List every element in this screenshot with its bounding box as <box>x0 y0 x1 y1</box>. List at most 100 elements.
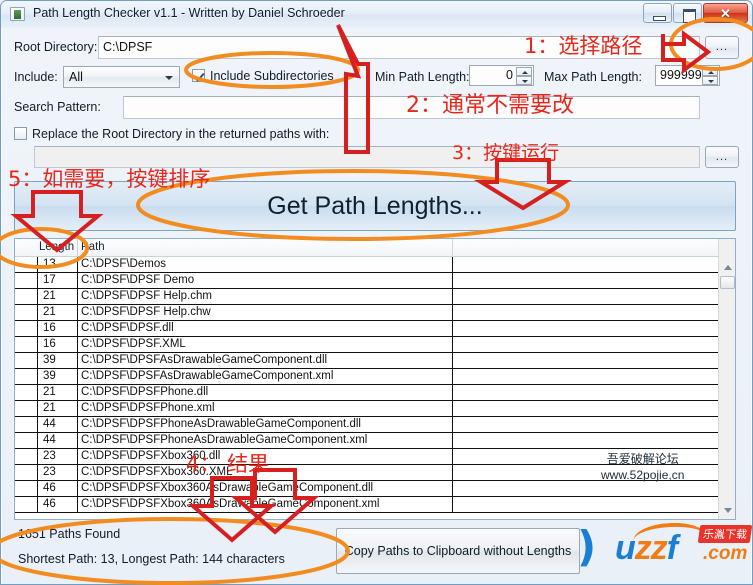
cell-divider <box>452 353 453 368</box>
row-selector-cell[interactable] <box>15 353 38 368</box>
row-selector-cell[interactable] <box>15 305 38 320</box>
checkbox-icon <box>14 127 27 140</box>
row-selector-cell[interactable] <box>15 321 38 336</box>
row-selector-cell[interactable] <box>15 401 38 416</box>
cell-divider <box>452 369 453 384</box>
maximize-button[interactable] <box>673 3 702 23</box>
cell-path: C:\DPSF\DPSFAsDrawableGameComponent.dll <box>81 354 328 366</box>
cell-length: 21 <box>43 290 56 302</box>
close-button[interactable]: ✕ <box>703 3 748 23</box>
scroll-up-icon[interactable] <box>719 258 735 275</box>
row-selector-cell[interactable] <box>15 497 38 512</box>
table-row[interactable]: 23 C:\DPSF\DPSFXbox360.XML <box>15 465 735 481</box>
cell-divider <box>77 401 78 416</box>
cell-divider <box>77 481 78 496</box>
replace-root-directory-checkbox[interactable]: Replace the Root Directory in the return… <box>14 127 329 141</box>
row-selector-cell[interactable] <box>15 257 38 272</box>
include-select[interactable]: All <box>63 66 180 88</box>
min-path-length-down-icon[interactable] <box>516 76 532 85</box>
row-selector-cell[interactable] <box>15 465 38 480</box>
cell-path: C:\DPSF\DPSFPhone.xml <box>81 402 215 414</box>
column-header-length[interactable]: Length <box>39 241 77 253</box>
uzzf-badge: 乐湚下载 <box>697 525 753 543</box>
table-row[interactable]: 46 C:\DPSF\DPSFXbox360AsDrawableGameCompo… <box>15 497 735 513</box>
results-grid[interactable]: Length Path 13 C:\DPSF\Demos 17 C:\DPSF\DPS… <box>14 238 736 520</box>
uzzf-dotcom: .com <box>703 543 748 564</box>
max-path-length-stepper[interactable]: 999999 <box>655 65 720 86</box>
cell-path: C:\DPSF\DPSFAsDrawableGameComponent.xml <box>81 370 334 382</box>
table-row[interactable]: 21 C:\DPSF\DPSF Help.chw <box>15 305 735 321</box>
table-row[interactable]: 13 C:\DPSF\Demos <box>15 257 735 273</box>
cell-divider <box>452 497 453 512</box>
cell-length: 39 <box>43 370 56 382</box>
cell-length: 23 <box>43 466 56 478</box>
include-select-value: All <box>69 70 83 84</box>
replace-root-directory-browse-button[interactable]: ... <box>705 146 739 168</box>
row-selector-cell[interactable] <box>15 273 38 288</box>
get-path-lengths-button[interactable]: Get Path Lengths... <box>14 181 736 231</box>
table-row[interactable]: 21 C:\DPSF\DPSF Help.chm <box>15 289 735 305</box>
min-path-length-up-icon[interactable] <box>516 67 532 76</box>
table-row[interactable]: 44 C:\DPSF\DPSFPhoneAsDrawableGameCompone… <box>15 417 735 433</box>
cell-length: 44 <box>43 418 56 430</box>
row-selector-cell[interactable] <box>15 417 38 432</box>
table-row[interactable]: 23 C:\DPSF\DPSFXbox360.dll <box>15 449 735 465</box>
cell-divider <box>452 337 453 352</box>
table-row[interactable]: 16 C:\DPSF\DPSF.dll <box>15 321 735 337</box>
table-row[interactable]: 46 C:\DPSF\DPSFXbox360AsDrawableGameCompo… <box>15 481 735 497</box>
table-row[interactable]: 17 C:\DPSF\DPSF Demo <box>15 273 735 289</box>
replace-root-directory-label: Replace the Root Directory in the return… <box>32 127 330 141</box>
max-path-length-down-icon[interactable] <box>702 76 718 85</box>
checkbox-icon <box>192 69 205 82</box>
cell-length: 39 <box>43 354 56 366</box>
table-row[interactable]: 39 C:\DPSF\DPSFAsDrawableGameComponent.dl… <box>15 353 735 369</box>
row-selector-cell[interactable] <box>15 369 38 384</box>
table-row[interactable]: 39 C:\DPSF\DPSFAsDrawableGameComponent.xm… <box>15 369 735 385</box>
table-row[interactable]: 16 C:\DPSF\DPSF.XML <box>15 337 735 353</box>
row-selector-cell[interactable] <box>15 289 38 304</box>
min-path-length-label: Min Path Length: <box>375 70 470 84</box>
cell-length: 21 <box>43 386 56 398</box>
cell-divider <box>77 305 78 320</box>
table-row[interactable]: 44 C:\DPSF\DPSFPhoneAsDrawableGameCompone… <box>15 433 735 449</box>
search-pattern-input[interactable] <box>123 96 700 119</box>
max-path-length-value: 999999 <box>660 68 702 82</box>
row-selector-cell[interactable] <box>15 433 38 448</box>
scrollbar-thumb[interactable] <box>720 276 735 289</box>
header-divider <box>452 239 453 257</box>
paths-found-text: 1651 Paths Found <box>18 527 121 541</box>
results-grid-rows: 13 C:\DPSF\Demos 17 C:\DPSF\DPSF Demo 21 C:\D… <box>15 257 735 513</box>
root-directory-input[interactable]: C:\DPSF <box>98 36 700 59</box>
include-subdirectories-checkbox[interactable]: Include Subdirectories <box>192 69 334 83</box>
row-selector-cell[interactable] <box>15 385 38 400</box>
copy-paths-button[interactable]: Copy Paths to Clipboard without Lengths <box>336 528 580 574</box>
min-path-length-stepper[interactable]: 0 <box>469 65 534 86</box>
close-icon: ✕ <box>720 6 731 21</box>
column-header-path[interactable]: Path <box>81 241 105 253</box>
row-selector-cell[interactable] <box>15 449 38 464</box>
row-selector-cell[interactable] <box>15 481 38 496</box>
cell-length: 23 <box>43 450 56 462</box>
replace-root-directory-input[interactable] <box>34 146 700 168</box>
cell-divider <box>452 257 453 272</box>
uzzf-logo: ) uzzf .com 乐湚下载 <box>577 521 753 573</box>
cell-path: C:\DPSF\DPSFXbox360.dll <box>81 450 221 462</box>
root-directory-browse-button[interactable]: ... <box>705 36 739 59</box>
results-grid-header: Length Path <box>15 239 735 257</box>
cell-length: 17 <box>43 274 56 286</box>
cell-divider <box>77 449 78 464</box>
cell-path: C:\DPSF\DPSF Help.chw <box>81 306 211 318</box>
table-row[interactable]: 21 C:\DPSF\DPSFPhone.xml <box>15 401 735 417</box>
cell-divider <box>77 353 78 368</box>
max-path-length-up-icon[interactable] <box>702 67 718 76</box>
cell-divider <box>452 401 453 416</box>
chevron-down-icon <box>165 76 173 80</box>
results-grid-scrollbar[interactable] <box>718 239 735 519</box>
row-selector-cell[interactable] <box>15 337 38 352</box>
cell-path: C:\DPSF\DPSFXbox360AsDrawableGameCompone… <box>81 482 374 494</box>
table-row[interactable]: 21 C:\DPSF\DPSFPhone.dll <box>15 385 735 401</box>
cell-divider <box>452 465 453 480</box>
minimize-button[interactable] <box>643 3 672 23</box>
header-divider <box>77 239 78 257</box>
scroll-down-icon[interactable] <box>719 502 735 519</box>
